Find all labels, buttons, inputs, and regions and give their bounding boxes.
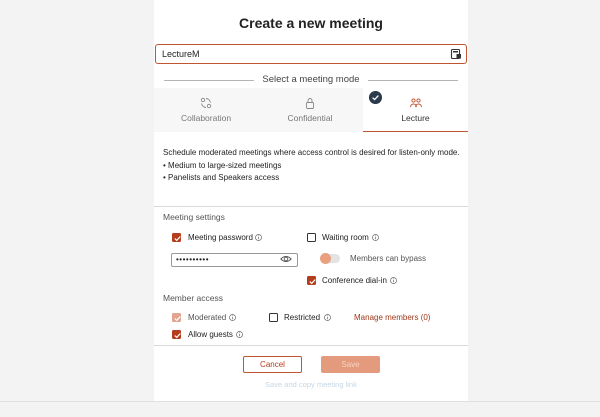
restricted-label: Restricted (284, 313, 321, 322)
section-divider (154, 206, 468, 207)
mode-tab-label: Collaboration (180, 113, 232, 123)
collaboration-icon (200, 97, 212, 109)
create-meeting-dialog: Create a new meeting Select a meeting mo… (154, 0, 468, 401)
footer-divider (154, 345, 468, 346)
waiting-room-checkbox[interactable] (307, 233, 316, 242)
meeting-password-checkbox[interactable] (172, 233, 181, 242)
mode-description: Schedule moderated meetings where access… (163, 147, 461, 185)
dialog-title: Create a new meeting (239, 15, 383, 31)
restricted-checkbox[interactable] (269, 313, 278, 322)
mode-tab-label: Lecture (401, 113, 430, 123)
mode-tab-confidential[interactable]: Confidential (258, 88, 362, 132)
conference-dial-in-checkbox[interactable] (307, 276, 316, 285)
mode-description-bullet: • Medium to large-sized meetings (163, 160, 282, 170)
mode-description-bullet: • Panelists and Speakers access (163, 173, 280, 182)
show-password-icon[interactable] (280, 253, 292, 265)
waiting-room-label: Waiting room (322, 233, 369, 242)
members-can-bypass-label: Members can bypass (350, 254, 427, 263)
member-access-label: Member access (163, 293, 223, 303)
selected-check-icon (369, 91, 382, 104)
mode-tab-lecture[interactable]: Lecture (363, 88, 468, 132)
lock-icon (306, 98, 314, 109)
save-button[interactable]: Save (321, 356, 380, 373)
meeting-password-label: Meeting password (188, 233, 253, 242)
page-divider (0, 401, 600, 402)
info-icon[interactable] (229, 314, 236, 321)
people-icon (409, 98, 422, 108)
save-and-copy-link[interactable]: Save and copy meeting link (154, 380, 468, 389)
info-icon[interactable] (372, 234, 379, 241)
info-icon[interactable] (255, 234, 262, 241)
info-icon[interactable] (390, 277, 397, 284)
members-can-bypass-toggle[interactable] (320, 253, 340, 264)
mode-section-divider: Select a meeting mode (164, 74, 458, 86)
mode-tab-label: Confidential (287, 113, 333, 123)
mode-description-text: Schedule moderated meetings where access… (163, 148, 460, 157)
cancel-button[interactable]: Cancel (243, 356, 302, 373)
manage-members-link[interactable]: Manage members (0) (354, 313, 430, 322)
meeting-settings-label: Meeting settings (163, 212, 225, 222)
info-icon[interactable] (324, 314, 331, 321)
allow-guests-label: Allow guests (188, 330, 233, 339)
meeting-mode-tabs: Collaboration Confidential Lecture (154, 88, 468, 132)
contact-card-icon[interactable] (450, 48, 462, 60)
conference-dial-in-label: Conference dial-in (322, 276, 387, 285)
password-mask: •••••••••• (176, 255, 210, 264)
info-icon[interactable] (236, 331, 243, 338)
moderated-label: Moderated (188, 313, 227, 322)
allow-guests-checkbox[interactable] (172, 330, 181, 339)
moderated-checkbox[interactable] (172, 313, 181, 322)
meeting-password-input[interactable]: •••••••••• (171, 253, 298, 267)
mode-tab-collaboration[interactable]: Collaboration (154, 88, 258, 132)
meeting-name-input[interactable] (155, 44, 467, 64)
